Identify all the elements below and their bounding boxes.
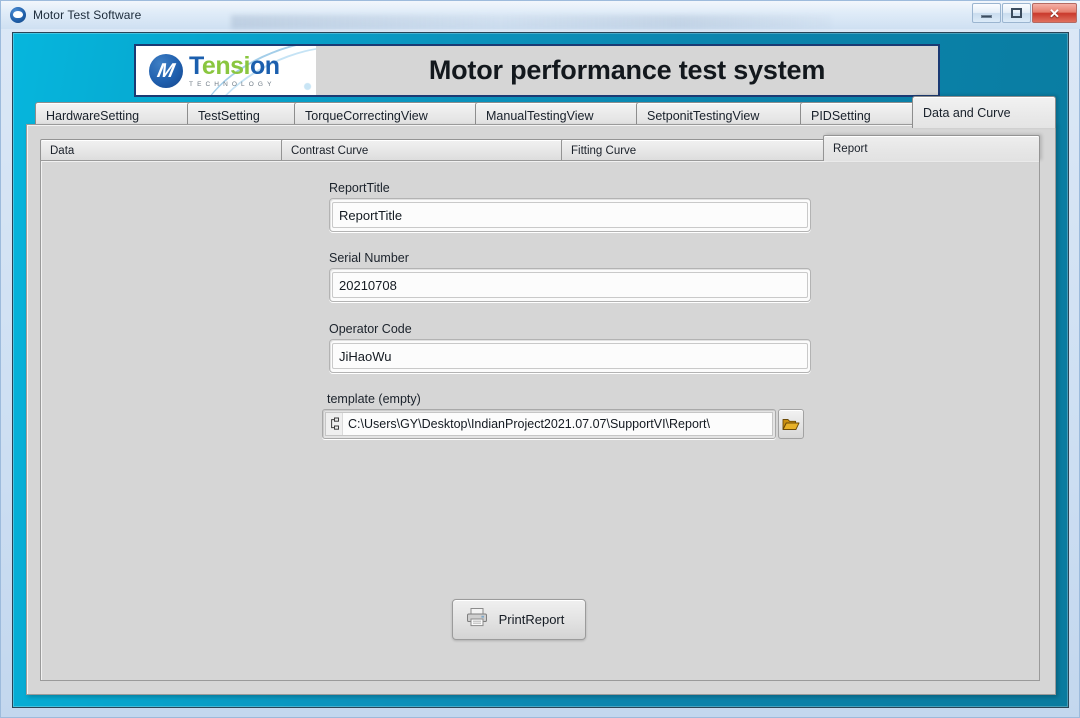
template-path-inner[interactable]: C:\Users\GY\Desktop\IndianProject2021.07… (325, 412, 773, 436)
browse-folder-button[interactable] (778, 409, 804, 439)
maximize-icon (1011, 8, 1022, 18)
subtab-data[interactable]: Data (40, 139, 293, 161)
report-title-label: ReportTitle (329, 181, 390, 195)
logo-word-part2: ensi (201, 51, 251, 80)
report-tab-content: ReportTitle ReportTitle Serial Number 20… (40, 160, 1040, 681)
report-title-input[interactable]: ReportTitle (329, 198, 811, 232)
path-node-icon (326, 413, 343, 435)
cloud-icon (10, 7, 26, 23)
printer-icon (466, 607, 488, 632)
subtab-fitting-curve[interactable]: Fitting Curve (561, 139, 831, 161)
logo-word-part3: on (249, 51, 280, 80)
template-path-input[interactable]: C:\Users\GY\Desktop\IndianProject2021.07… (322, 409, 776, 439)
serial-number-value[interactable]: 20210708 (332, 272, 808, 298)
logo-word-part1: T (189, 51, 202, 80)
maximize-button[interactable] (1002, 3, 1031, 23)
window-controls: ✕ (971, 3, 1077, 23)
logo-wordmark: Tension TECHNOLOGY (189, 51, 280, 88)
template-path-value[interactable]: C:\Users\GY\Desktop\IndianProject2021.07… (343, 417, 710, 431)
serial-number-input[interactable]: 20210708 (329, 268, 811, 302)
tab-data-and-curve[interactable]: Data and Curve (912, 96, 1056, 128)
print-report-button[interactable]: PrintReport (452, 599, 586, 640)
sub-tabstrip: Data Contrast Curve Fitting Curve Report (40, 135, 1040, 161)
operator-code-input[interactable]: JiHaoWu (329, 339, 811, 373)
operator-code-value[interactable]: JiHaoWu (332, 343, 808, 369)
m-monogram-icon (149, 53, 183, 88)
field-serial-number: Serial Number 20210708 (329, 251, 811, 302)
logo-subtitle: TECHNOLOGY (189, 80, 276, 88)
field-operator-code: Operator Code JiHaoWu (329, 322, 811, 373)
title-bar: Motor Test Software ✕ (1, 1, 1080, 29)
subtab-report[interactable]: Report (823, 135, 1040, 161)
header-band: Tension TECHNOLOGY Motor performance tes… (134, 44, 940, 97)
application-window: Motor Test Software ✕ Tension (0, 0, 1080, 718)
minimize-icon (981, 14, 992, 18)
serial-number-label: Serial Number (329, 251, 409, 265)
operator-code-label: Operator Code (329, 322, 412, 336)
template-path-row: C:\Users\GY\Desktop\IndianProject2021.07… (322, 409, 804, 439)
path-node-icon-svg (330, 417, 339, 430)
field-template-path: template (empty) C:\Users\GY\Desktop\Ind… (322, 392, 804, 439)
template-path-label: template (empty) (327, 392, 421, 406)
report-title-value[interactable]: ReportTitle (332, 202, 808, 228)
company-logo: Tension TECHNOLOGY (136, 46, 316, 95)
header-title-area: Motor performance test system (316, 46, 938, 95)
title-bar-backdrop-blur (231, 15, 831, 29)
minimize-button[interactable] (972, 3, 1001, 23)
app-chrome-panel: Tension TECHNOLOGY Motor performance tes… (12, 32, 1069, 708)
field-report-title: ReportTitle ReportTitle (329, 181, 811, 232)
folder-open-icon (782, 419, 800, 430)
close-button[interactable]: ✕ (1032, 3, 1077, 23)
subtab-contrast-curve[interactable]: Contrast Curve (281, 139, 569, 161)
main-tab-content-panel: Data Contrast Curve Fitting Curve Report… (26, 124, 1056, 695)
close-icon: ✕ (1049, 5, 1060, 21)
window-title: Motor Test Software (33, 8, 142, 22)
print-report-label: PrintReport (498, 612, 565, 627)
page-title: Motor performance test system (428, 55, 826, 85)
